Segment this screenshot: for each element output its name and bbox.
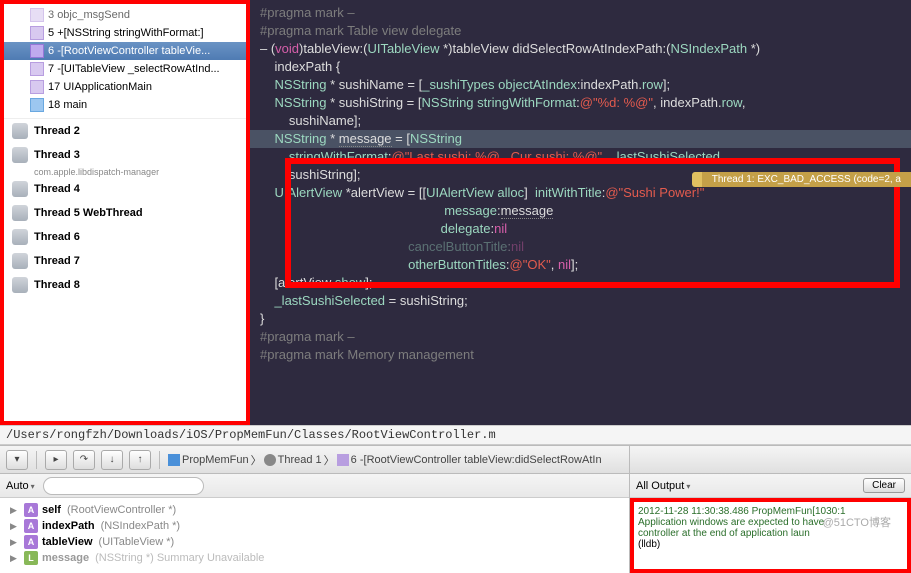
code-line: delegate:nil: [250, 220, 911, 238]
variable-filter-bar: Auto 🔍: [0, 474, 629, 498]
code-line: NSString * sushiString = [NSString strin…: [250, 94, 911, 112]
code-line: #pragma mark –: [250, 328, 911, 346]
console-line: Application windows are expected to have: [638, 517, 903, 528]
thread-item[interactable]: Thread 4: [4, 177, 246, 201]
call-stack-sidebar: 3 objc_msgSend 5 +[NSString stringWithFo…: [0, 0, 250, 425]
disclosure-icon[interactable]: ▶: [10, 505, 20, 516]
variable-row[interactable]: ▶AindexPath(NSIndexPath *): [4, 518, 625, 534]
disclosure-icon[interactable]: ▶: [10, 537, 20, 548]
stack-frame[interactable]: 7 -[UITableView _selectRowAtInd...: [4, 60, 246, 78]
frame-icon: [337, 454, 349, 466]
variable-search-input[interactable]: [43, 477, 204, 495]
scope-badge: A: [24, 503, 38, 517]
variable-list: ▶Aself(RootViewController *) ▶AindexPath…: [0, 498, 629, 573]
thread-icon: [264, 454, 276, 466]
code-editor[interactable]: #pragma mark – #pragma mark Table view d…: [250, 0, 911, 425]
code-line-current: NSString * message = [NSString: [250, 130, 911, 148]
scope-badge: A: [24, 519, 38, 533]
project-icon: [168, 454, 180, 466]
thread-icon: [12, 253, 28, 269]
step-into-button[interactable]: ↓: [101, 450, 123, 470]
code-line: cancelButtonTitle:nil: [250, 238, 911, 256]
code-line: otherButtonTitles:@"OK", nil];: [250, 256, 911, 274]
console-filter-bar: All Output Clear: [630, 474, 911, 498]
scope-badge: A: [24, 535, 38, 549]
frame-icon: [30, 80, 44, 94]
code-line: #pragma mark Memory management: [250, 346, 911, 364]
thread-icon: [12, 277, 28, 293]
stack-frame[interactable]: 3 objc_msgSend: [4, 6, 246, 24]
code-line: [alertView show];: [250, 274, 911, 292]
console-line: 2012-11-28 11:30:38.486 PropMemFun[1030:…: [638, 506, 903, 517]
scope-badge: L: [24, 551, 38, 565]
thread-icon: [12, 123, 28, 139]
frame-icon: [30, 44, 44, 58]
code-line: sushiName];: [250, 112, 911, 130]
thread-icon: [12, 181, 28, 197]
console-prompt: (lldb): [638, 539, 903, 550]
exception-badge: Thread 1: EXC_BAD_ACCESS (code=2, a: [692, 172, 911, 187]
thread-item[interactable]: Thread 3: [4, 143, 246, 167]
code-line: #pragma mark Table view delegate: [250, 22, 911, 40]
code-line: NSString * sushiName = [_sushiTypes obje…: [250, 76, 911, 94]
variable-row[interactable]: ▶Lmessage(NSString *) Summary Unavailabl…: [4, 550, 625, 566]
thread-queue-label: com.apple.libdispatch-manager: [4, 167, 246, 177]
code-line: message:message: [250, 202, 911, 220]
variable-row[interactable]: ▶Aself(RootViewController *): [4, 502, 625, 518]
clear-console-button[interactable]: Clear: [863, 478, 905, 493]
code-line: #pragma mark –: [250, 4, 911, 22]
step-out-button[interactable]: ↑: [129, 450, 151, 470]
step-over-button[interactable]: ↷: [73, 450, 95, 470]
thread-icon: [12, 229, 28, 245]
console-pane: All Output Clear 2012-11-28 11:30:38.486…: [630, 446, 911, 573]
variable-row[interactable]: ▶AtableView(UITableView *): [4, 534, 625, 550]
variables-pane: ▾ ▸ ↷ ↓ ↑ PropMemFun〉 Thread 1〉 6 -[Root…: [0, 446, 630, 573]
debug-breadcrumb[interactable]: PropMemFun〉 Thread 1〉 6 -[RootViewContro…: [168, 452, 602, 468]
thread-item[interactable]: Thread 6: [4, 225, 246, 249]
code-line: _lastSushiSelected = sushiString;: [250, 292, 911, 310]
console-output[interactable]: 2012-11-28 11:30:38.486 PropMemFun[1030:…: [630, 498, 911, 573]
frame-icon: [30, 26, 44, 40]
thread-item[interactable]: Thread 7: [4, 249, 246, 273]
continue-button[interactable]: ▸: [45, 450, 67, 470]
code-line: stringWithFormat:@"Last sushi: %@. Cur s…: [250, 148, 911, 166]
disclosure-icon[interactable]: ▶: [10, 521, 20, 532]
thread-icon: [12, 147, 28, 163]
stack-frame-selected[interactable]: 6 -[RootViewController tableVie...: [4, 42, 246, 60]
file-path-bar: /Users/rongfzh/Downloads/iOS/PropMemFun/…: [0, 425, 911, 445]
thread-item[interactable]: Thread 2: [4, 118, 246, 143]
stack-frame[interactable]: 17 UIApplicationMain: [4, 78, 246, 96]
thread-item[interactable]: Thread 5 WebThread: [4, 201, 246, 225]
thread-icon: [12, 205, 28, 221]
console-line: controller at the end of application lau…: [638, 528, 903, 539]
code-line: – (void)tableView:(UITableView *)tableVi…: [250, 40, 911, 58]
stack-frame[interactable]: 18 main: [4, 96, 246, 114]
frame-icon: [30, 8, 44, 22]
hide-debug-button[interactable]: ▾: [6, 450, 28, 470]
thread-item[interactable]: Thread 8: [4, 273, 246, 297]
code-line: }: [250, 310, 911, 328]
frame-icon: [30, 98, 44, 112]
debug-toolbar: ▾ ▸ ↷ ↓ ↑ PropMemFun〉 Thread 1〉 6 -[Root…: [0, 446, 629, 474]
disclosure-icon[interactable]: ▶: [10, 553, 20, 564]
stack-frame[interactable]: 5 +[NSString stringWithFormat:]: [4, 24, 246, 42]
output-selector[interactable]: All Output: [636, 480, 690, 492]
code-line: indexPath {: [250, 58, 911, 76]
scope-selector[interactable]: Auto: [6, 480, 35, 492]
frame-icon: [30, 62, 44, 76]
